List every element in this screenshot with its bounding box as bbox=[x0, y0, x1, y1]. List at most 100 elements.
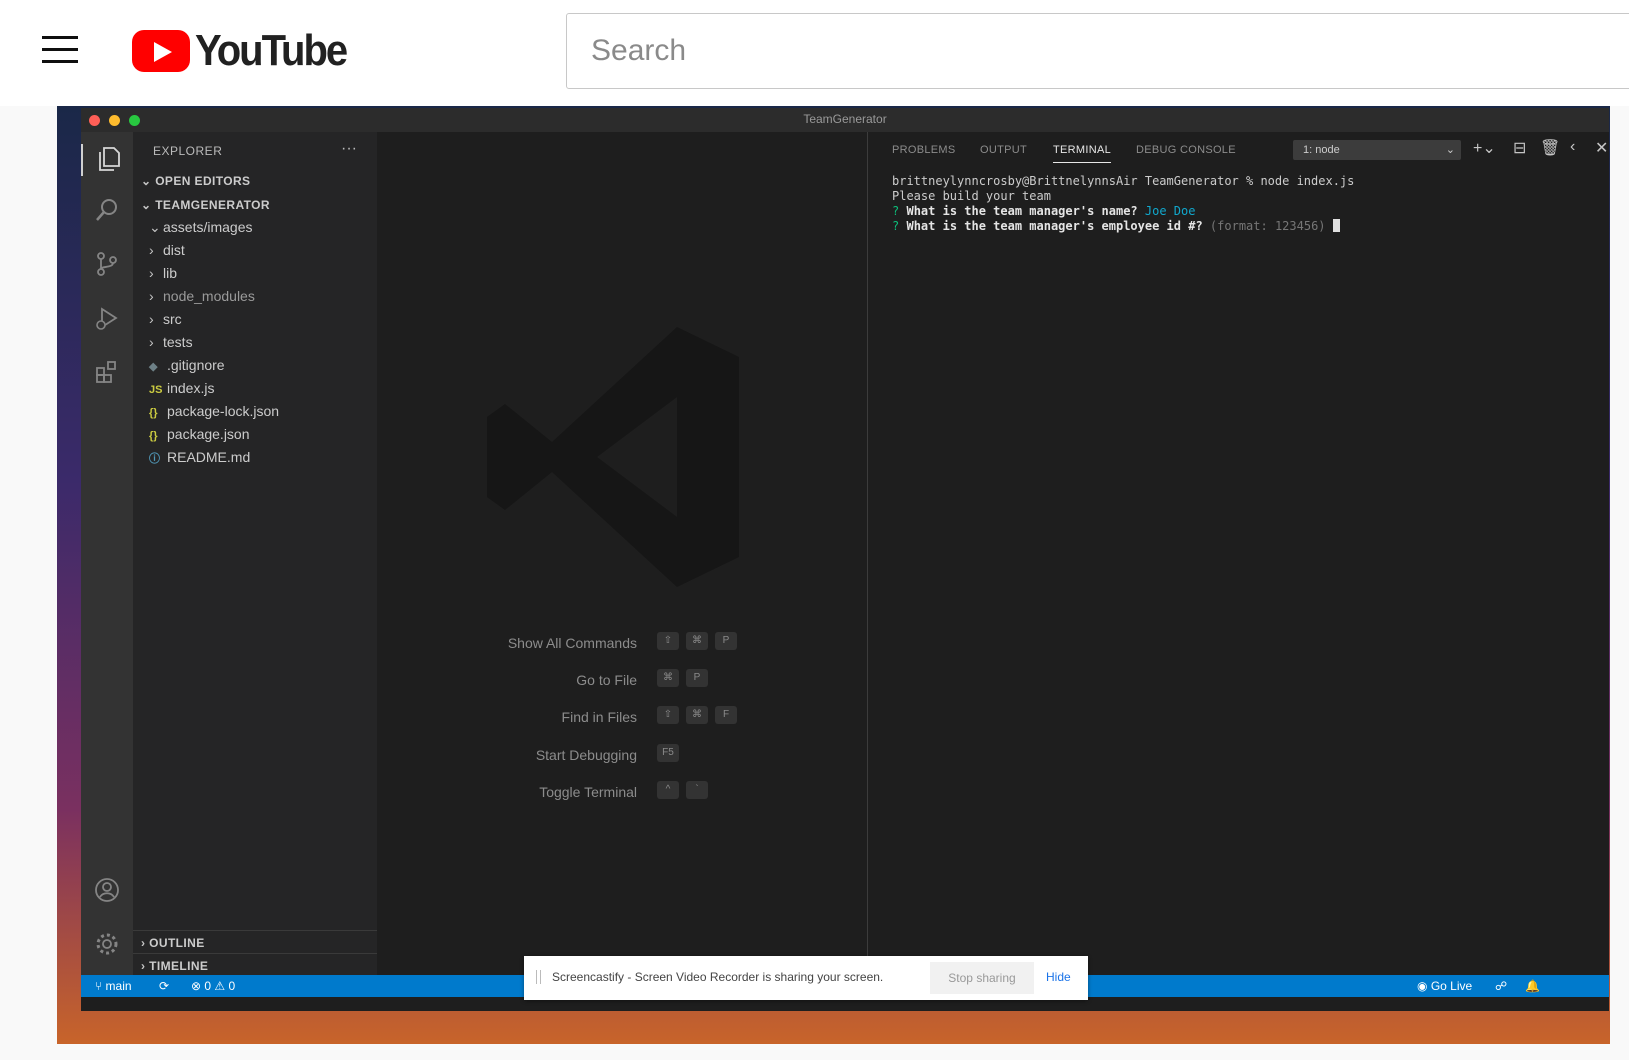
tree-item-folder[interactable]: › node_modules bbox=[149, 288, 255, 304]
split-terminal-icon[interactable]: ⊟ bbox=[1513, 138, 1526, 158]
gitignore-file-icon: ◆ bbox=[149, 361, 158, 373]
hint-text: (format: 123456) bbox=[1209, 219, 1326, 233]
key-cap: ⌘ bbox=[686, 632, 708, 650]
project-section[interactable]: ⌄ TEAMGENERATOR bbox=[141, 198, 270, 212]
shortcut-row: Toggle Terminal ^ ` bbox=[417, 781, 857, 805]
tree-item-folder[interactable]: ⌄ assets/images bbox=[149, 219, 252, 236]
chevron-right-icon: › bbox=[149, 334, 154, 350]
tree-item-label: .gitignore bbox=[167, 357, 225, 373]
close-icon[interactable]: ✕ bbox=[1595, 138, 1608, 158]
terminal-panel: PROBLEMS OUTPUT TERMINAL DEBUG CONSOLE 1… bbox=[868, 132, 1609, 975]
key-cap: ⇧ bbox=[657, 632, 679, 650]
question-text: What is the team manager's employee id #… bbox=[906, 219, 1203, 233]
chevron-right-icon: › bbox=[149, 311, 154, 327]
tree-item-label: node_modules bbox=[163, 288, 255, 304]
tree-item-file[interactable]: ◆ .gitignore bbox=[149, 357, 225, 373]
tree-item-label: package.json bbox=[167, 426, 250, 442]
tree-item-folder[interactable]: › src bbox=[149, 311, 182, 327]
search-box[interactable] bbox=[566, 13, 1629, 89]
stop-sharing-button[interactable]: Stop sharing bbox=[930, 962, 1034, 994]
tree-item-label: package-lock.json bbox=[167, 403, 280, 419]
bell-icon[interactable]: 🔔 bbox=[1525, 979, 1540, 993]
question-mark: ? bbox=[892, 219, 900, 233]
branch-status[interactable]: ⑂ main bbox=[95, 979, 132, 993]
editor-area[interactable]: Show All Commands ⇧ ⌘ P Go to File ⌘ P Find… bbox=[377, 132, 1056, 975]
terminal-select[interactable]: 1: node ⌄ bbox=[1293, 140, 1461, 160]
tree-item-label: dist bbox=[163, 242, 185, 258]
hide-button[interactable]: Hide bbox=[1046, 970, 1071, 984]
outline-section[interactable]: › OUTLINE bbox=[133, 930, 377, 953]
chevron-down-icon: ⌄ bbox=[1445, 144, 1455, 156]
menu-icon[interactable] bbox=[42, 36, 78, 64]
video-player[interactable]: TeamGenerator EXPLORER ··· ⌄ OPEN EDITOR… bbox=[57, 106, 1610, 1044]
search-icon[interactable] bbox=[91, 196, 123, 228]
terminal-line: Please build your team bbox=[892, 189, 1051, 203]
screen-share-notification: Screencastify - Screen Video Recorder is… bbox=[524, 956, 1088, 1000]
key-cap: ⌘ bbox=[686, 706, 708, 724]
accounts-icon[interactable] bbox=[91, 876, 123, 908]
json-file-icon: {} bbox=[149, 407, 158, 419]
extensions-icon[interactable] bbox=[91, 358, 123, 390]
shortcut-row: Start Debugging F5 bbox=[417, 744, 857, 768]
new-terminal-icon[interactable]: +⌄ bbox=[1473, 138, 1496, 158]
timeline-label: TIMELINE bbox=[149, 959, 209, 973]
settings-gear-icon[interactable] bbox=[91, 930, 123, 962]
search-input[interactable] bbox=[567, 14, 1591, 88]
notification-text: Screencastify - Screen Video Recorder is… bbox=[552, 970, 884, 984]
tree-item-folder[interactable]: › lib bbox=[149, 265, 177, 281]
terminal-line: brittneylynncrosby@BrittnelynnsAir TeamG… bbox=[892, 174, 1355, 188]
run-debug-icon[interactable] bbox=[91, 304, 123, 336]
key-cap: P bbox=[715, 632, 737, 650]
terminal-line: ? What is the team manager's name? Joe D… bbox=[892, 204, 1354, 219]
tab-output[interactable]: OUTPUT bbox=[980, 144, 1027, 156]
open-editors-label: OPEN EDITORS bbox=[155, 174, 251, 188]
question-mark: ? bbox=[892, 204, 900, 218]
key-cap: ^ bbox=[657, 781, 679, 799]
tree-item-file[interactable]: ⓘ README.md bbox=[149, 449, 250, 466]
branch-name: main bbox=[105, 979, 132, 993]
shortcut-label: Find in Files bbox=[561, 709, 637, 725]
activity-bar bbox=[81, 132, 133, 975]
tree-item-label: README.md bbox=[167, 449, 251, 465]
explorer-sidebar: EXPLORER ··· ⌄ OPEN EDITORS ⌄ TEAMGENERA… bbox=[133, 132, 377, 975]
key-cap: ⌘ bbox=[657, 669, 679, 687]
outline-label: OUTLINE bbox=[149, 936, 205, 950]
feedback-icon[interactable]: ☍ bbox=[1495, 979, 1507, 993]
tab-terminal[interactable]: TERMINAL bbox=[1053, 144, 1112, 163]
outline-header: › OUTLINE bbox=[141, 936, 205, 950]
youtube-logo[interactable]: YouTube bbox=[132, 27, 348, 74]
warning-icon: ⚠ bbox=[211, 979, 229, 993]
trash-icon[interactable]: 🗑 bbox=[1540, 138, 1560, 158]
drag-handle-icon[interactable] bbox=[536, 970, 541, 984]
key-cap: ` bbox=[686, 781, 708, 799]
tree-item-file[interactable]: {} package.json bbox=[149, 426, 250, 442]
shortcut-row: Find in Files ⇧ ⌘ F bbox=[417, 706, 857, 730]
open-editors-section[interactable]: ⌄ OPEN EDITORS bbox=[141, 174, 250, 188]
shortcut-label: Toggle Terminal bbox=[539, 784, 637, 800]
tree-item-file[interactable]: JS index.js bbox=[149, 380, 214, 396]
shortcut-row: Go to File ⌘ P bbox=[417, 669, 857, 693]
chevron-left-icon[interactable]: ‹ bbox=[1570, 138, 1575, 156]
answer-text: Joe Doe bbox=[1144, 204, 1196, 218]
tab-problems[interactable]: PROBLEMS bbox=[892, 144, 956, 156]
explorer-icon[interactable] bbox=[81, 144, 135, 176]
shortcut-label: Show All Commands bbox=[507, 635, 637, 651]
more-actions-icon[interactable]: ··· bbox=[341, 140, 357, 158]
shortcut-label: Start Debugging bbox=[535, 747, 637, 763]
tree-item-file[interactable]: {} package-lock.json bbox=[149, 403, 279, 419]
source-control-icon[interactable] bbox=[91, 250, 123, 282]
youtube-header: YouTube bbox=[0, 0, 1629, 106]
key-cap: F bbox=[715, 706, 737, 724]
tree-item-folder[interactable]: › dist bbox=[149, 242, 185, 258]
json-file-icon: {} bbox=[149, 430, 158, 442]
tree-item-label: index.js bbox=[167, 380, 215, 396]
sync-icon[interactable]: ⟳ bbox=[159, 979, 169, 993]
problems-status[interactable]: ⊗ 0 ⚠ 0 bbox=[191, 979, 235, 993]
timeline-section[interactable]: › TIMELINE bbox=[133, 953, 377, 976]
terminal-output[interactable]: brittneylynncrosby@BrittnelynnsAir TeamG… bbox=[892, 174, 1354, 234]
go-live-label: Go Live bbox=[1430, 979, 1473, 993]
title-bar: TeamGenerator bbox=[81, 108, 1609, 132]
go-live-button[interactable]: ◉ Go Live bbox=[1417, 979, 1472, 993]
tab-debug-console[interactable]: DEBUG CONSOLE bbox=[1136, 144, 1236, 156]
tree-item-folder[interactable]: › tests bbox=[149, 334, 193, 350]
